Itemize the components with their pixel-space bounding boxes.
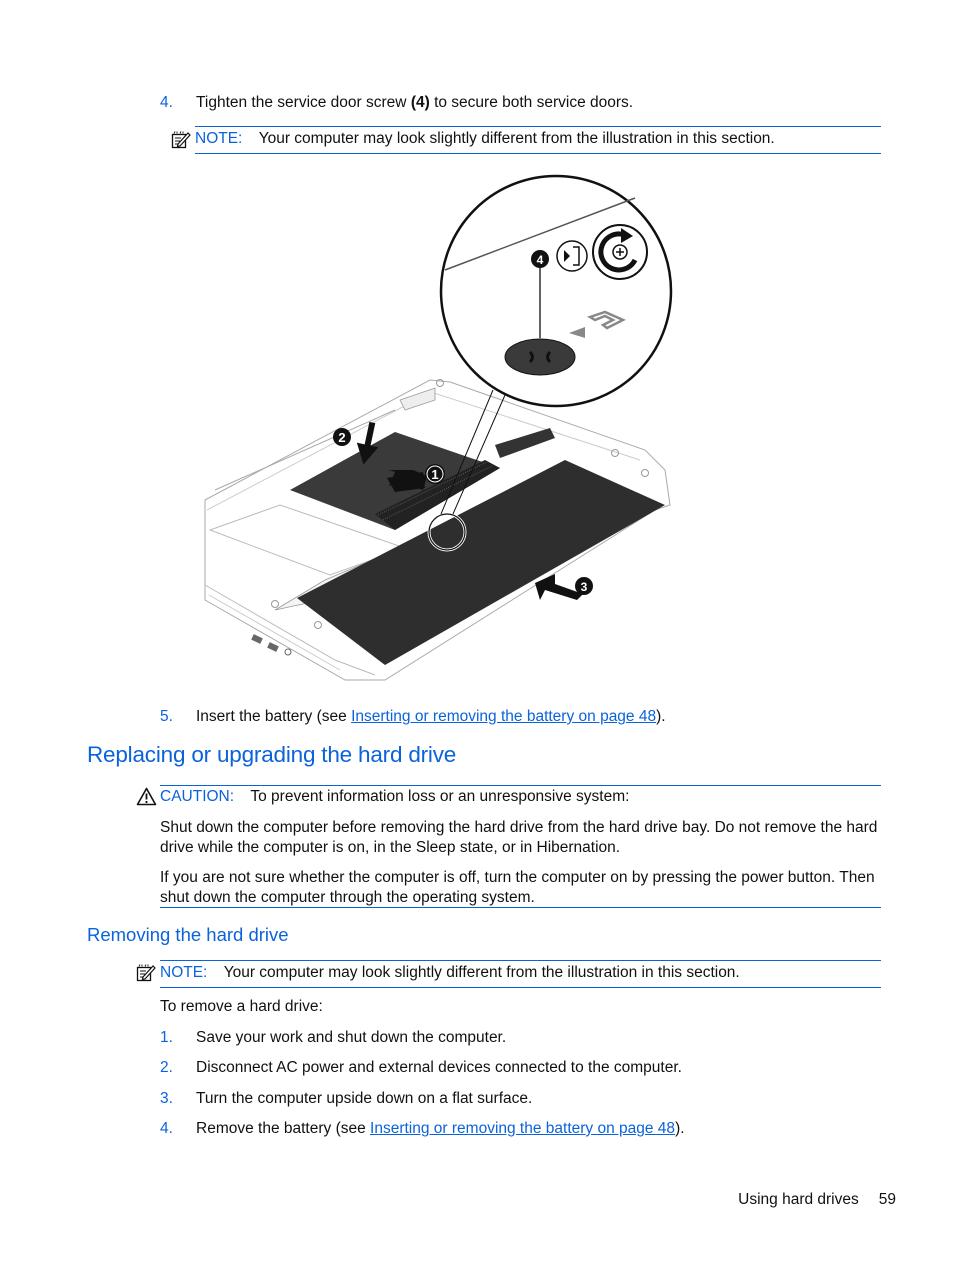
callout-3: 3 bbox=[581, 580, 588, 594]
laptop-service-door-illustration: 2 1 3 4 bbox=[204, 174, 673, 681]
battery-page-link[interactable]: Inserting or removing the battery on pag… bbox=[370, 1120, 675, 1137]
step-number: 1. bbox=[160, 1029, 173, 1046]
step-text: Save your work and shut down the compute… bbox=[196, 1029, 507, 1046]
note-rule-top-2 bbox=[160, 960, 881, 961]
subsection-title: Removing the hard drive bbox=[87, 924, 289, 945]
step-number: 5. bbox=[160, 708, 173, 725]
note-pencil-icon bbox=[171, 131, 191, 154]
callout-1: 1 bbox=[431, 467, 438, 482]
rotate-clockwise-icon bbox=[592, 224, 648, 280]
page-footer: Using hard drives 59 bbox=[738, 1191, 896, 1209]
note-rule-bottom-2 bbox=[160, 987, 881, 988]
note-label: NOTE: bbox=[195, 130, 243, 147]
callout-4: 4 bbox=[537, 253, 544, 267]
note-subsection: NOTE: Your computer may look slightly di… bbox=[160, 964, 740, 982]
note-top: NOTE: Your computer may look slightly di… bbox=[195, 130, 775, 148]
caution-rule-top bbox=[160, 785, 881, 786]
step-text: Turn the computer upside down on a flat … bbox=[196, 1090, 533, 1107]
unlock-symbol-icon bbox=[556, 240, 588, 272]
note-text: Your computer may look slightly differen… bbox=[258, 130, 775, 147]
caution-label: CAUTION: bbox=[160, 788, 235, 805]
callout-2: 2 bbox=[338, 430, 345, 445]
note-pencil-icon bbox=[136, 964, 156, 987]
warning-triangle-icon bbox=[136, 787, 157, 811]
step-number: 4. bbox=[160, 94, 173, 111]
note-text: Your computer may look slightly differen… bbox=[223, 964, 740, 981]
caution-text: To prevent information loss or an unresp… bbox=[250, 788, 630, 805]
intro-text: To remove a hard drive: bbox=[160, 998, 323, 1015]
step-text: Disconnect AC power and external devices… bbox=[196, 1059, 682, 1076]
note-rule-top bbox=[195, 126, 881, 127]
caution-rule-bottom bbox=[160, 907, 881, 908]
step-text: Insert the battery (see Inserting or rem… bbox=[196, 708, 666, 725]
step-number: 2. bbox=[160, 1059, 173, 1076]
note-label: NOTE: bbox=[160, 964, 208, 981]
callout-ref: (4) bbox=[410, 94, 430, 111]
step-number: 3. bbox=[160, 1090, 173, 1107]
step-text: Tighten the service door screw (4) to se… bbox=[196, 94, 634, 111]
section-title: Replacing or upgrading the hard drive bbox=[87, 742, 457, 767]
page-number: 59 bbox=[878, 1191, 896, 1208]
battery-page-link[interactable]: Inserting or removing the battery on pag… bbox=[351, 708, 656, 725]
step-text: Remove the battery (see Inserting or rem… bbox=[196, 1120, 685, 1137]
caution-paragraph-1: Shut down the computer before removing t… bbox=[160, 819, 878, 856]
step-number: 4. bbox=[160, 1120, 173, 1137]
note-rule-bottom bbox=[195, 153, 881, 154]
caution-header: CAUTION: To prevent information loss or … bbox=[160, 788, 629, 806]
magnified-inset: 4 bbox=[439, 174, 673, 408]
caution-paragraph-2: If you are not sure whether the computer… bbox=[160, 869, 875, 906]
footer-section-name: Using hard drives bbox=[738, 1191, 859, 1208]
